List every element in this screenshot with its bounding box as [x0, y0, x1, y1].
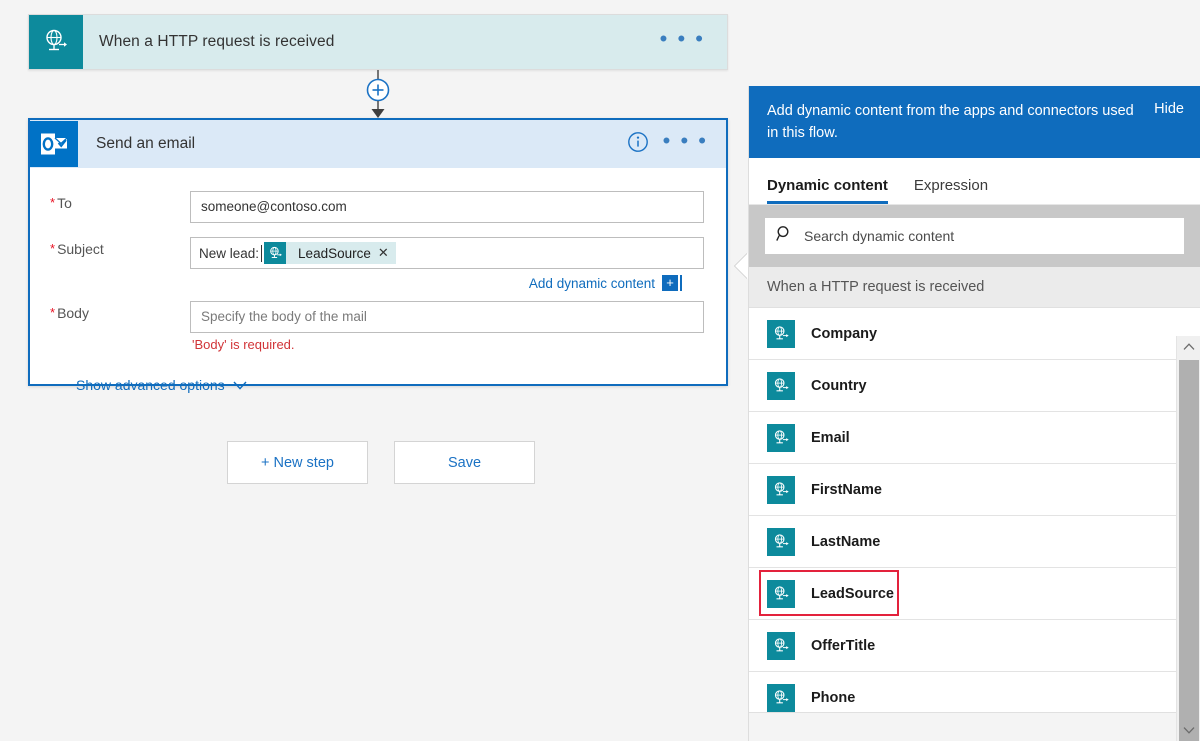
- required-marker: *: [50, 195, 56, 210]
- body-error-message: 'Body' is required.: [192, 337, 295, 352]
- field-row-to: * To someone@contoso.com: [30, 191, 726, 223]
- show-advanced-options-toggle[interactable]: Show advanced options: [76, 377, 247, 393]
- panel-tabs: Dynamic content Expression: [749, 158, 1200, 205]
- search-icon: [776, 225, 793, 247]
- panel-scrollbar[interactable]: [1176, 336, 1200, 741]
- action-menu-button[interactable]: • • •: [663, 129, 708, 152]
- show-advanced-options-label: Show advanced options: [76, 377, 225, 393]
- flow-designer: When a HTTP request is received • • • Se…: [0, 0, 748, 741]
- text-cursor: [261, 244, 263, 262]
- action-title: Send an email: [96, 135, 196, 152]
- to-field-label: * To: [50, 195, 72, 211]
- http-request-icon: [29, 15, 83, 69]
- outlook-icon: [30, 121, 78, 167]
- hide-panel-button[interactable]: Hide: [1154, 100, 1184, 117]
- field-row-subject: * Subject New lead: LeadSource ✕ Add dyn…: [30, 237, 726, 291]
- panel-callout-pointer: [735, 253, 748, 279]
- chevron-up-icon[interactable]: [1177, 336, 1200, 358]
- action-card-header[interactable]: Send an email • • •: [30, 120, 726, 169]
- subject-field-label: * Subject: [50, 241, 104, 257]
- subject-input[interactable]: New lead: LeadSource ✕: [190, 237, 704, 269]
- search-input[interactable]: Search dynamic content: [793, 228, 954, 244]
- panel-header-text: Add dynamic content from the apps and co…: [767, 103, 1134, 141]
- scrollbar-thumb[interactable]: [1179, 360, 1199, 741]
- designer-canvas: When a HTTP request is received • • • Se…: [0, 0, 1200, 741]
- add-dynamic-content-row: Add dynamic content +: [190, 269, 704, 291]
- chevron-down-icon: [233, 377, 247, 393]
- tab-expression[interactable]: Expression: [914, 177, 988, 204]
- tab-dynamic-content[interactable]: Dynamic content: [767, 177, 888, 204]
- to-input[interactable]: someone@contoso.com: [190, 191, 704, 223]
- panel-scroll-region: [749, 336, 1200, 741]
- panel-header: Add dynamic content from the apps and co…: [749, 86, 1200, 158]
- send-email-action-card[interactable]: Send an email • • • * To someone@contoso…: [28, 118, 728, 393]
- trigger-title: When a HTTP request is received: [99, 33, 335, 50]
- cursor-bar: [680, 275, 682, 291]
- chevron-down-icon[interactable]: [1177, 719, 1200, 741]
- search-box[interactable]: Search dynamic content: [765, 218, 1184, 254]
- add-dynamic-content-plus-icon[interactable]: +: [662, 275, 678, 291]
- dynamic-content-panel: Add dynamic content from the apps and co…: [748, 86, 1200, 741]
- subject-typed-text: New lead:: [199, 245, 260, 261]
- new-step-button[interactable]: + New step: [227, 441, 368, 484]
- required-marker: *: [50, 241, 56, 256]
- add-step-connector[interactable]: [360, 70, 396, 120]
- trigger-menu-button[interactable]: • • •: [660, 28, 727, 50]
- field-row-body: * Body Specify the body of the mail 'Body…: [30, 301, 726, 352]
- info-circle-icon[interactable]: [627, 131, 649, 158]
- required-marker: *: [50, 305, 56, 320]
- save-button[interactable]: Save: [394, 441, 535, 484]
- action-card-body: * To someone@contoso.com * Subject New lea…: [30, 191, 726, 409]
- add-dynamic-content-link[interactable]: Add dynamic content: [529, 276, 655, 291]
- dynamic-content-token[interactable]: LeadSource ✕: [264, 242, 396, 264]
- close-icon[interactable]: ✕: [378, 245, 396, 261]
- token-label: LeadSource: [298, 245, 371, 261]
- designer-action-buttons: + New step Save: [227, 441, 535, 484]
- trigger-card[interactable]: When a HTTP request is received • • •: [28, 14, 728, 70]
- http-request-icon: [264, 242, 287, 264]
- panel-group-header: When a HTTP request is received: [749, 267, 1200, 308]
- search-area: Search dynamic content: [749, 205, 1200, 267]
- body-field-label: * Body: [50, 305, 89, 321]
- body-input[interactable]: Specify the body of the mail: [190, 301, 704, 333]
